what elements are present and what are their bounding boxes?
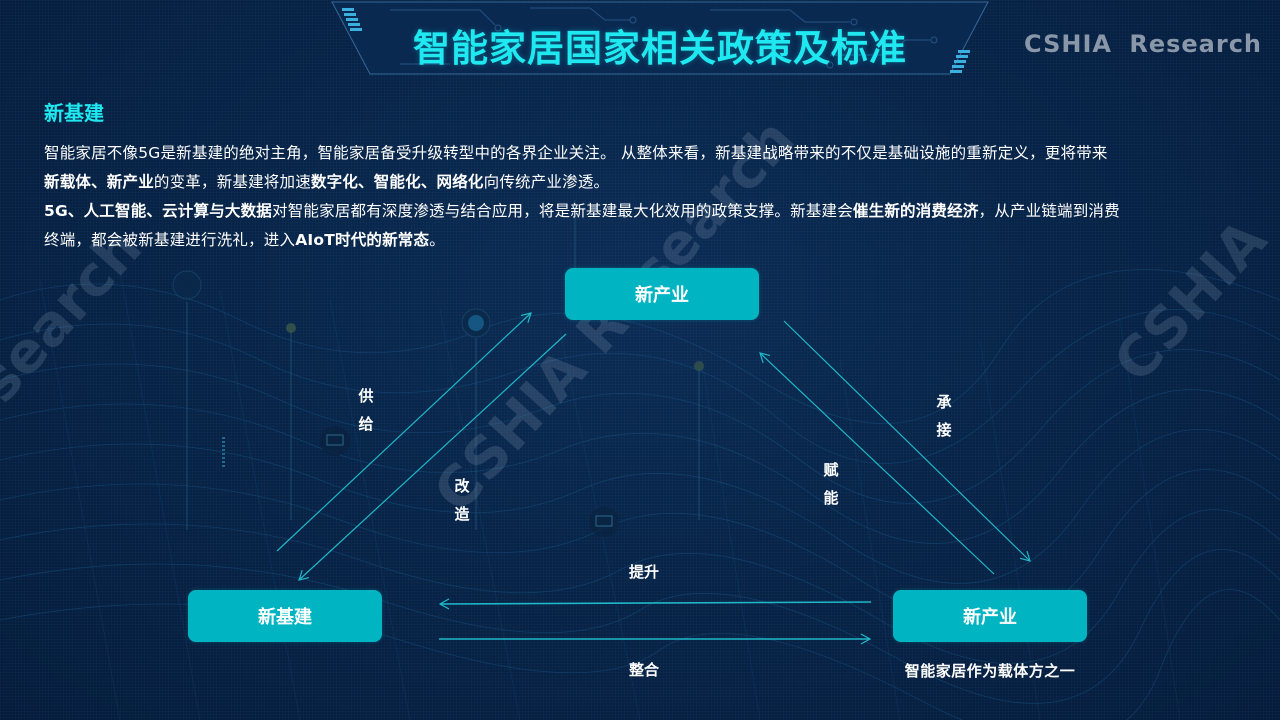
page-title: 智能家居国家相关政策及标准 (413, 27, 907, 70)
label-char: 造 (454, 505, 470, 523)
text-span: 对智能家居都有深度渗透与结合应用，将是新基建最大化效用的政策支撑。新基建会 (272, 202, 853, 220)
node-label: 新产业 (963, 607, 1017, 628)
edge-label-empower: 赋 能 (822, 456, 840, 512)
bold-keyword: 新载体、新产业 (44, 173, 154, 191)
label-char: 赋 (823, 461, 839, 479)
label-char: 承 (936, 393, 952, 411)
text-span: 终端，都会被新基建进行洗礼，进入 (44, 231, 296, 249)
node-new-industry-top[interactable]: 新产业 (565, 268, 759, 320)
intro-paragraph: 智能家居不像5G是新基建的绝对主角，智能家居备受升级转型中的各界企业关注。 从整… (44, 139, 1244, 255)
text-span: 。 (429, 231, 445, 249)
paragraph-line-4: 终端，都会被新基建进行洗礼，进入AIoT时代的新常态。 (44, 226, 1244, 255)
arrow-supply (276, 312, 532, 552)
node-new-industry-right[interactable]: 新产业 (893, 590, 1087, 642)
text-span: ，从产业链端到消费 (978, 202, 1120, 220)
edge-label-undertake: 承 接 (935, 388, 953, 444)
paragraph-line-1: 智能家居不像5G是新基建的绝对主角，智能家居备受升级转型中的各界企业关注。 从整… (44, 139, 1244, 168)
edge-label-upgrade: 提升 (629, 563, 660, 581)
node-label: 新产业 (635, 285, 689, 306)
paragraph-line-2: 新载体、新产业的变革，新基建将加速数字化、智能化、网络化向传统产业渗透。 (44, 168, 1244, 197)
arrow-upgrade (438, 598, 872, 610)
brand-logo-text: CSHIA Research (1024, 30, 1262, 58)
label-char: 改 (454, 477, 470, 495)
bold-keyword: 催生新的消费经济 (852, 202, 979, 220)
arrow-undertake (783, 320, 1031, 562)
bold-keyword: 5G、人工智能、云计算与大数据 (44, 202, 273, 220)
edge-label-transform: 改 造 (453, 472, 471, 528)
node-caption: 智能家居作为载体方之一 (904, 662, 1076, 680)
arrow-transform (298, 333, 567, 581)
label-char: 给 (358, 415, 374, 433)
section-title: 新基建 (44, 101, 104, 125)
node-label: 新基建 (258, 607, 312, 628)
label-char: 能 (823, 489, 839, 507)
text-span: 向传统产业渗透。 (483, 173, 610, 191)
bold-keyword: AIoT时代的新常态 (295, 231, 430, 249)
arrow-empower (759, 352, 995, 575)
node-new-infrastructure[interactable]: 新基建 (188, 590, 382, 642)
label-char: 供 (358, 387, 374, 405)
edge-label-supply: 供 给 (357, 382, 375, 438)
edge-label-integrate: 整合 (629, 661, 660, 679)
bold-keyword: 数字化、智能化、网络化 (310, 173, 484, 191)
paragraph-line-3: 5G、人工智能、云计算与大数据对智能家居都有深度渗透与结合应用，将是新基建最大化… (44, 197, 1244, 226)
title-banner: 智能家居国家相关政策及标准 (330, 0, 990, 76)
text-span: 的变革，新基建将加速 (153, 173, 311, 191)
text-span: 智能家居不像5G是新基建的绝对主角，智能家居备受升级转型中的各界企业关注。 从整… (44, 144, 1108, 162)
label-char: 接 (936, 421, 952, 439)
